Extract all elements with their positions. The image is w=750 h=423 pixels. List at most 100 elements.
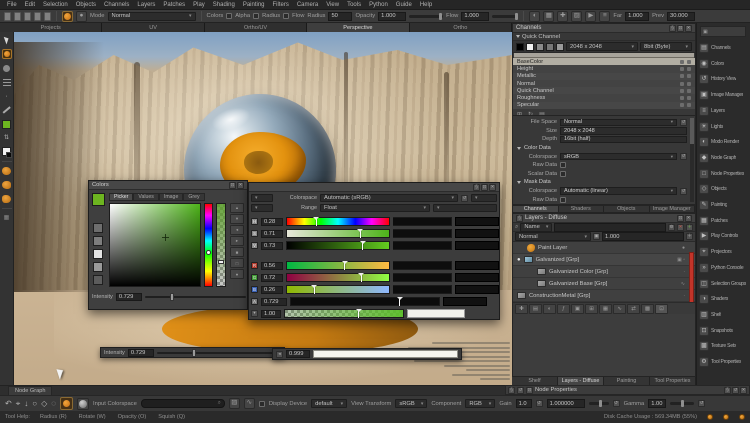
- slider-handle[interactable]: [344, 263, 345, 270]
- menu-channels[interactable]: Channels: [100, 0, 133, 10]
- gear-icon[interactable]: ⚙: [668, 224, 675, 231]
- sidebar-item-tool-properties[interactable]: ⚙Tool Properties: [699, 355, 749, 369]
- play-icon[interactable]: ▶: [585, 11, 596, 22]
- panel-tab-image-manager[interactable]: Image Manager: [650, 206, 696, 212]
- close-icon[interactable]: ✕: [685, 215, 692, 222]
- close-icon[interactable]: ✕: [489, 184, 496, 191]
- option-icon[interactable]: ▾: [230, 214, 244, 224]
- colors-tab-grey[interactable]: Grey: [183, 193, 204, 201]
- pin-icon[interactable]: §: [473, 184, 480, 191]
- color-data-section[interactable]: Color Data: [513, 144, 695, 153]
- add-icon[interactable]: ✚: [557, 11, 568, 22]
- option-icon[interactable]: ●: [230, 269, 244, 279]
- floating-intensity-slider[interactable]: [157, 352, 281, 354]
- float-icon[interactable]: ⊡: [481, 184, 488, 191]
- prev-field[interactable]: 30.000: [667, 12, 695, 21]
- option-icon[interactable]: ■: [230, 247, 244, 257]
- sidebar-item-selection-groups[interactable]: ◫Selection Groups: [699, 277, 749, 291]
- add-filter-icon[interactable]: ＋: [686, 224, 693, 231]
- far-field[interactable]: 1.000: [625, 12, 649, 21]
- colorspace-dropdown[interactable]: sRGB▾: [560, 153, 677, 161]
- floating-intensity-field[interactable]: 0.729: [128, 349, 154, 357]
- float-icon[interactable]: ⊡: [526, 387, 533, 394]
- close-icon[interactable]: ✕: [685, 25, 692, 32]
- sidebar-item-projectors[interactable]: ⌖Projectors: [699, 245, 749, 259]
- viewport-tab-perspective[interactable]: Perspective: [307, 23, 409, 32]
- visibility-icon[interactable]: ●: [682, 245, 685, 251]
- sidebar-item-python-console[interactable]: »Python Console: [699, 261, 749, 275]
- swatch-field[interactable]: 1.00: [261, 310, 281, 318]
- vector-tool[interactable]: [2, 105, 12, 115]
- menu-python[interactable]: Python: [365, 0, 392, 10]
- flow-checkbox[interactable]: [283, 13, 289, 19]
- current-color-swatch[interactable]: [2, 119, 12, 129]
- patch-icon[interactable]: ▦: [599, 304, 612, 314]
- menu-painting[interactable]: Painting: [239, 0, 269, 10]
- channel-row[interactable]: Height: [513, 65, 695, 72]
- texture-icon[interactable]: ▩: [641, 304, 654, 314]
- move-icon[interactable]: ⌖: [16, 400, 21, 408]
- option-icon[interactable]: ▸: [230, 236, 244, 246]
- layer-search-input[interactable]: [554, 223, 666, 232]
- menu-play[interactable]: Play: [189, 0, 209, 10]
- panel-tab-channels[interactable]: Channels: [513, 206, 559, 212]
- floating-value-field[interactable]: 0.999: [286, 350, 310, 358]
- list-icon[interactable]: ≡: [599, 11, 610, 22]
- channel-row[interactable]: Roughness: [513, 94, 695, 101]
- symmetry-icon[interactable]: ◐: [529, 11, 540, 22]
- menu-view[interactable]: View: [322, 0, 343, 10]
- channel-row[interactable]: Quick Channel: [513, 87, 695, 94]
- file-space-dropdown[interactable]: Normal▾: [560, 119, 677, 127]
- grid-icon[interactable]: ▦: [543, 11, 554, 22]
- slider-handle[interactable]: [360, 231, 361, 238]
- sidebar-item-colors[interactable]: ◉Colors: [699, 57, 749, 71]
- dropper-tool[interactable]: ·: [2, 91, 12, 101]
- recent-swatch[interactable]: [93, 262, 103, 272]
- paint-buffer-tool-1[interactable]: [2, 166, 12, 176]
- recent-swatch[interactable]: [93, 236, 103, 246]
- node-graph-tab[interactable]: Node Graph: [8, 386, 52, 395]
- intensity-field[interactable]: 0.729: [116, 293, 142, 301]
- sidebar-item-shelf[interactable]: ▥Shelf: [699, 308, 749, 322]
- b-field[interactable]: 0.26: [261, 286, 283, 294]
- dock-tab-shelf[interactable]: Shelf: [512, 377, 558, 385]
- sliders-titlebar[interactable]: § ⊡ ✕: [249, 183, 499, 192]
- down-arrow-icon[interactable]: ↓: [24, 400, 28, 408]
- clear-filter-icon[interactable]: ✕: [677, 224, 684, 231]
- h-extra-field[interactable]: [455, 217, 499, 226]
- v-slider[interactable]: [286, 241, 390, 250]
- channel-row[interactable]: Normal: [513, 80, 695, 87]
- viewport-tab-ortho[interactable]: Ortho: [410, 23, 512, 32]
- color-swatch-black[interactable]: [516, 43, 524, 51]
- sidebar-item-play-controls[interactable]: ▶Play Controls: [699, 229, 749, 243]
- slider-handle[interactable]: [362, 243, 363, 250]
- colors-tab-picker[interactable]: Picker: [109, 193, 133, 201]
- display-device-dropdown[interactable]: default▾: [311, 399, 347, 408]
- float-icon[interactable]: ⊡: [677, 25, 684, 32]
- curve-icon[interactable]: ∿: [244, 398, 255, 409]
- foreground-background-swatches[interactable]: [2, 147, 12, 157]
- sidebar-item-snapshots[interactable]: ⊡Snapshots: [699, 324, 749, 338]
- pin-icon[interactable]: §: [724, 387, 731, 394]
- reset-icon[interactable]: ↺: [613, 400, 620, 407]
- sidebar-item-channels[interactable]: ▤Channels: [699, 41, 749, 55]
- color-swatch-gray3[interactable]: [556, 43, 564, 51]
- undo-icon[interactable]: ↶: [5, 400, 12, 408]
- curve-icon[interactable]: ∿: [613, 304, 626, 314]
- option-icon[interactable]: □: [230, 258, 244, 268]
- menu-camera[interactable]: Camera: [293, 0, 322, 10]
- r-slider[interactable]: [286, 261, 390, 270]
- float-icon[interactable]: ⊡: [677, 215, 684, 222]
- display-checkbox[interactable]: [259, 401, 265, 407]
- layer-row[interactable]: Paint Layer ●: [513, 242, 695, 254]
- layer-row[interactable]: ● Galvanized [Grp] ▣ ▫: [513, 254, 695, 266]
- saturation-value-picker[interactable]: [109, 203, 201, 287]
- reset-icon[interactable]: ↺: [732, 387, 739, 394]
- menu-file[interactable]: File: [3, 0, 21, 10]
- v-field[interactable]: 0.73: [261, 242, 283, 250]
- input-colorspace-search[interactable]: ⌕: [141, 399, 225, 408]
- paint-buffer-tool-2[interactable]: [2, 180, 12, 190]
- menu-tools[interactable]: Tools: [343, 0, 365, 10]
- reset-icon[interactable]: ↺: [680, 119, 687, 126]
- mask-icon[interactable]: ▨: [571, 11, 582, 22]
